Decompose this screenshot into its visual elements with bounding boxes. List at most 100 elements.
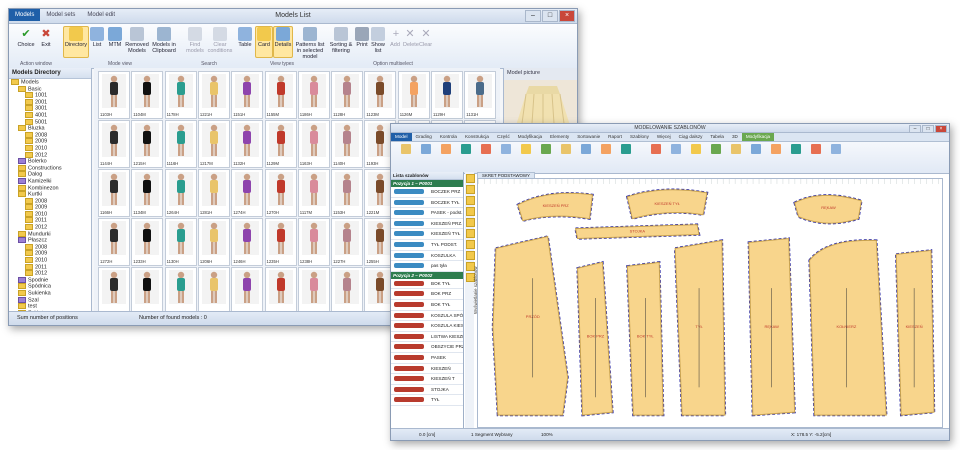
editor-tab[interactable]: Ciąg dalszy: [675, 133, 707, 141]
model-card[interactable]: 1104M: [131, 71, 164, 119]
tree-item[interactable]: 2008: [9, 197, 91, 205]
model-card[interactable]: 1140H: [331, 120, 364, 168]
model-card[interactable]: 1246H: [231, 218, 264, 266]
model-card[interactable]: [164, 267, 197, 315]
tree-item[interactable]: Bluzka: [9, 125, 91, 132]
model-card[interactable]: 1264H: [164, 169, 197, 217]
editor-tool-button[interactable]: [437, 144, 455, 155]
template-item[interactable]: pas tyła: [391, 261, 463, 272]
tree-item[interactable]: 2010: [9, 144, 91, 152]
model-card[interactable]: 1206H: [197, 218, 230, 266]
model-card[interactable]: 1116H: [164, 120, 197, 168]
minimize-button[interactable]: –: [525, 10, 541, 22]
card-view-button[interactable]: Card: [255, 26, 273, 58]
tree-item[interactable]: 2008: [9, 243, 91, 251]
editor-tab[interactable]: Raport: [604, 133, 626, 141]
tree-item[interactable]: 2008: [9, 131, 91, 139]
model-card[interactable]: 1126M: [397, 71, 430, 119]
tree-item[interactable]: 4001: [9, 111, 91, 119]
template-item[interactable]: TYŁ PODST.: [391, 240, 463, 251]
tool-icon[interactable]: [466, 196, 475, 205]
clear-button[interactable]: ✕ Clear: [419, 27, 432, 48]
tree-item[interactable]: 2009: [9, 138, 91, 145]
tree-item[interactable]: Models: [9, 79, 91, 86]
choice-button[interactable]: ✔ Choice: [15, 27, 37, 48]
template-group-1[interactable]: Pozycja 1 – P0001: [391, 180, 463, 187]
editor-tool-button[interactable]: [827, 144, 845, 155]
details-view-button[interactable]: Details: [273, 26, 293, 58]
template-item[interactable]: BOCZEK TYŁ: [391, 198, 463, 209]
editor-tool-button[interactable]: [617, 144, 635, 155]
tree-item[interactable]: 2011: [9, 217, 91, 224]
tree-item[interactable]: Sukienka: [9, 290, 91, 297]
editor-minimize-button[interactable]: –: [909, 125, 921, 133]
model-card[interactable]: 1131H: [464, 71, 497, 119]
model-card[interactable]: 1151H: [231, 71, 264, 119]
model-card[interactable]: 1144H: [98, 120, 130, 168]
tree-item[interactable]: Płaszcz: [9, 237, 91, 244]
editor-tool-button[interactable]: [727, 144, 745, 155]
tree-item[interactable]: 2010: [9, 257, 91, 264]
show-list-button[interactable]: Show list: [371, 27, 385, 54]
template-item[interactable]: OBSZYCIE PRZ: [391, 342, 463, 353]
model-card[interactable]: 1129M: [264, 120, 297, 168]
tree-item[interactable]: 2010: [9, 210, 91, 218]
model-card[interactable]: 1103H: [98, 71, 130, 119]
editor-tool-button[interactable]: [707, 144, 725, 155]
template-item[interactable]: KIESZEŃ T: [391, 374, 463, 385]
pattern-piece[interactable]: [492, 235, 569, 416]
template-item[interactable]: LISTWA KIESZENI: [391, 332, 463, 343]
tree-item[interactable]: Mundurki: [9, 230, 91, 238]
template-item[interactable]: KIESZEŃ: [391, 364, 463, 375]
model-card[interactable]: 1272H: [98, 218, 130, 266]
editor-tool-button[interactable]: [537, 144, 555, 155]
editor-tool-button[interactable]: [667, 144, 685, 155]
model-card[interactable]: [131, 267, 164, 315]
clear-conditions-button[interactable]: Clear conditions: [207, 27, 233, 54]
tool-icon[interactable]: [466, 218, 475, 227]
editor-tool-button[interactable]: [747, 144, 765, 155]
tree-item[interactable]: 2009: [9, 250, 91, 257]
model-card[interactable]: 1134M: [131, 169, 164, 217]
tree-item[interactable]: 5001: [9, 118, 91, 126]
model-card[interactable]: 1186H: [297, 71, 330, 119]
tool-icon[interactable]: [466, 251, 475, 260]
tool-icon[interactable]: [466, 174, 475, 183]
editor-tab[interactable]: Modyfikacja: [741, 133, 775, 141]
editor-tab[interactable]: Szablony: [626, 133, 653, 141]
tree-item[interactable]: test: [9, 303, 91, 310]
directory-button[interactable]: Directory: [63, 26, 89, 58]
template-item[interactable]: KOSZULA KIESZEŃ: [391, 321, 463, 332]
tree-item[interactable]: Kombinezon: [9, 184, 91, 192]
template-item[interactable]: PASEK - podst.: [391, 208, 463, 219]
model-card[interactable]: 1130H: [164, 218, 197, 266]
tool-icon[interactable]: [466, 185, 475, 194]
template-item[interactable]: KOSZULA SPÓD: [391, 311, 463, 322]
template-item[interactable]: BOK TYŁ: [391, 300, 463, 311]
model-card[interactable]: 1233H: [131, 218, 164, 266]
tree-item[interactable]: Szal: [9, 296, 91, 304]
editor-tab[interactable]: 3D: [728, 133, 742, 141]
model-card[interactable]: [264, 267, 297, 315]
editor-tool-button[interactable]: [417, 144, 435, 155]
pattern-canvas[interactable]: KIESZEŃ PRZ KIESZEŃ TYŁ STOJKA PRZÓD BOK PRZ…: [477, 178, 943, 428]
pattern-piece[interactable]: [895, 249, 935, 416]
tree-item[interactable]: 3001: [9, 105, 91, 112]
editor-tool-button[interactable]: [647, 144, 665, 155]
model-card[interactable]: 1215H: [131, 120, 164, 168]
tree-item[interactable]: Spódnica: [9, 283, 91, 290]
tree-item[interactable]: Kamizelki: [9, 177, 91, 185]
editor-tab[interactable]: Więcej: [653, 133, 675, 141]
model-card[interactable]: 1132H: [231, 120, 264, 168]
tree-item[interactable]: 2012: [9, 270, 91, 277]
model-card[interactable]: 1163H: [297, 120, 330, 168]
template-item[interactable]: BOK PRZ: [391, 289, 463, 300]
editor-tab[interactable]: Sortowanie: [573, 133, 604, 141]
mtm-button[interactable]: MTM: [107, 27, 123, 48]
editor-maximize-button[interactable]: □: [922, 125, 934, 133]
find-models-button[interactable]: Find models: [185, 27, 205, 54]
maximize-button[interactable]: □: [542, 10, 558, 22]
template-item[interactable]: KIESZEŃ PRZ.: [391, 219, 463, 230]
model-card[interactable]: 1227H: [331, 218, 364, 266]
table-view-button[interactable]: Table: [237, 27, 253, 48]
